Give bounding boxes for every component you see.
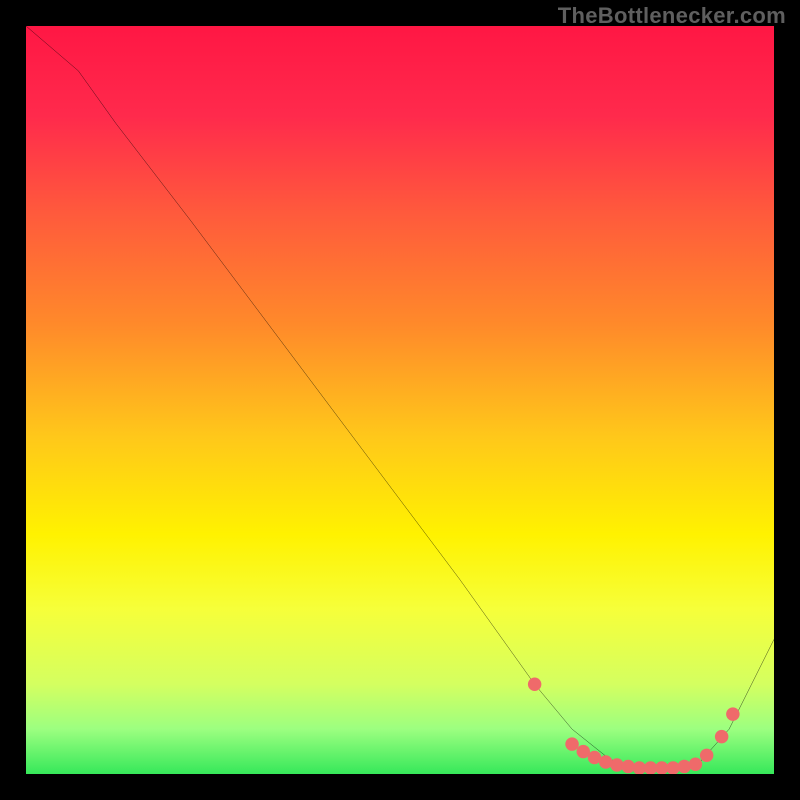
data-marker: [565, 737, 578, 750]
plot-background: [26, 26, 774, 774]
data-marker: [689, 758, 702, 771]
data-marker: [528, 678, 541, 691]
data-marker: [700, 749, 713, 762]
data-marker: [678, 760, 691, 773]
data-marker: [726, 707, 739, 720]
chart-frame: TheBottlenecker.com: [0, 0, 800, 800]
data-marker: [715, 730, 728, 743]
bottleneck-chart: [26, 26, 774, 774]
watermark-label: TheBottlenecker.com: [558, 3, 786, 29]
